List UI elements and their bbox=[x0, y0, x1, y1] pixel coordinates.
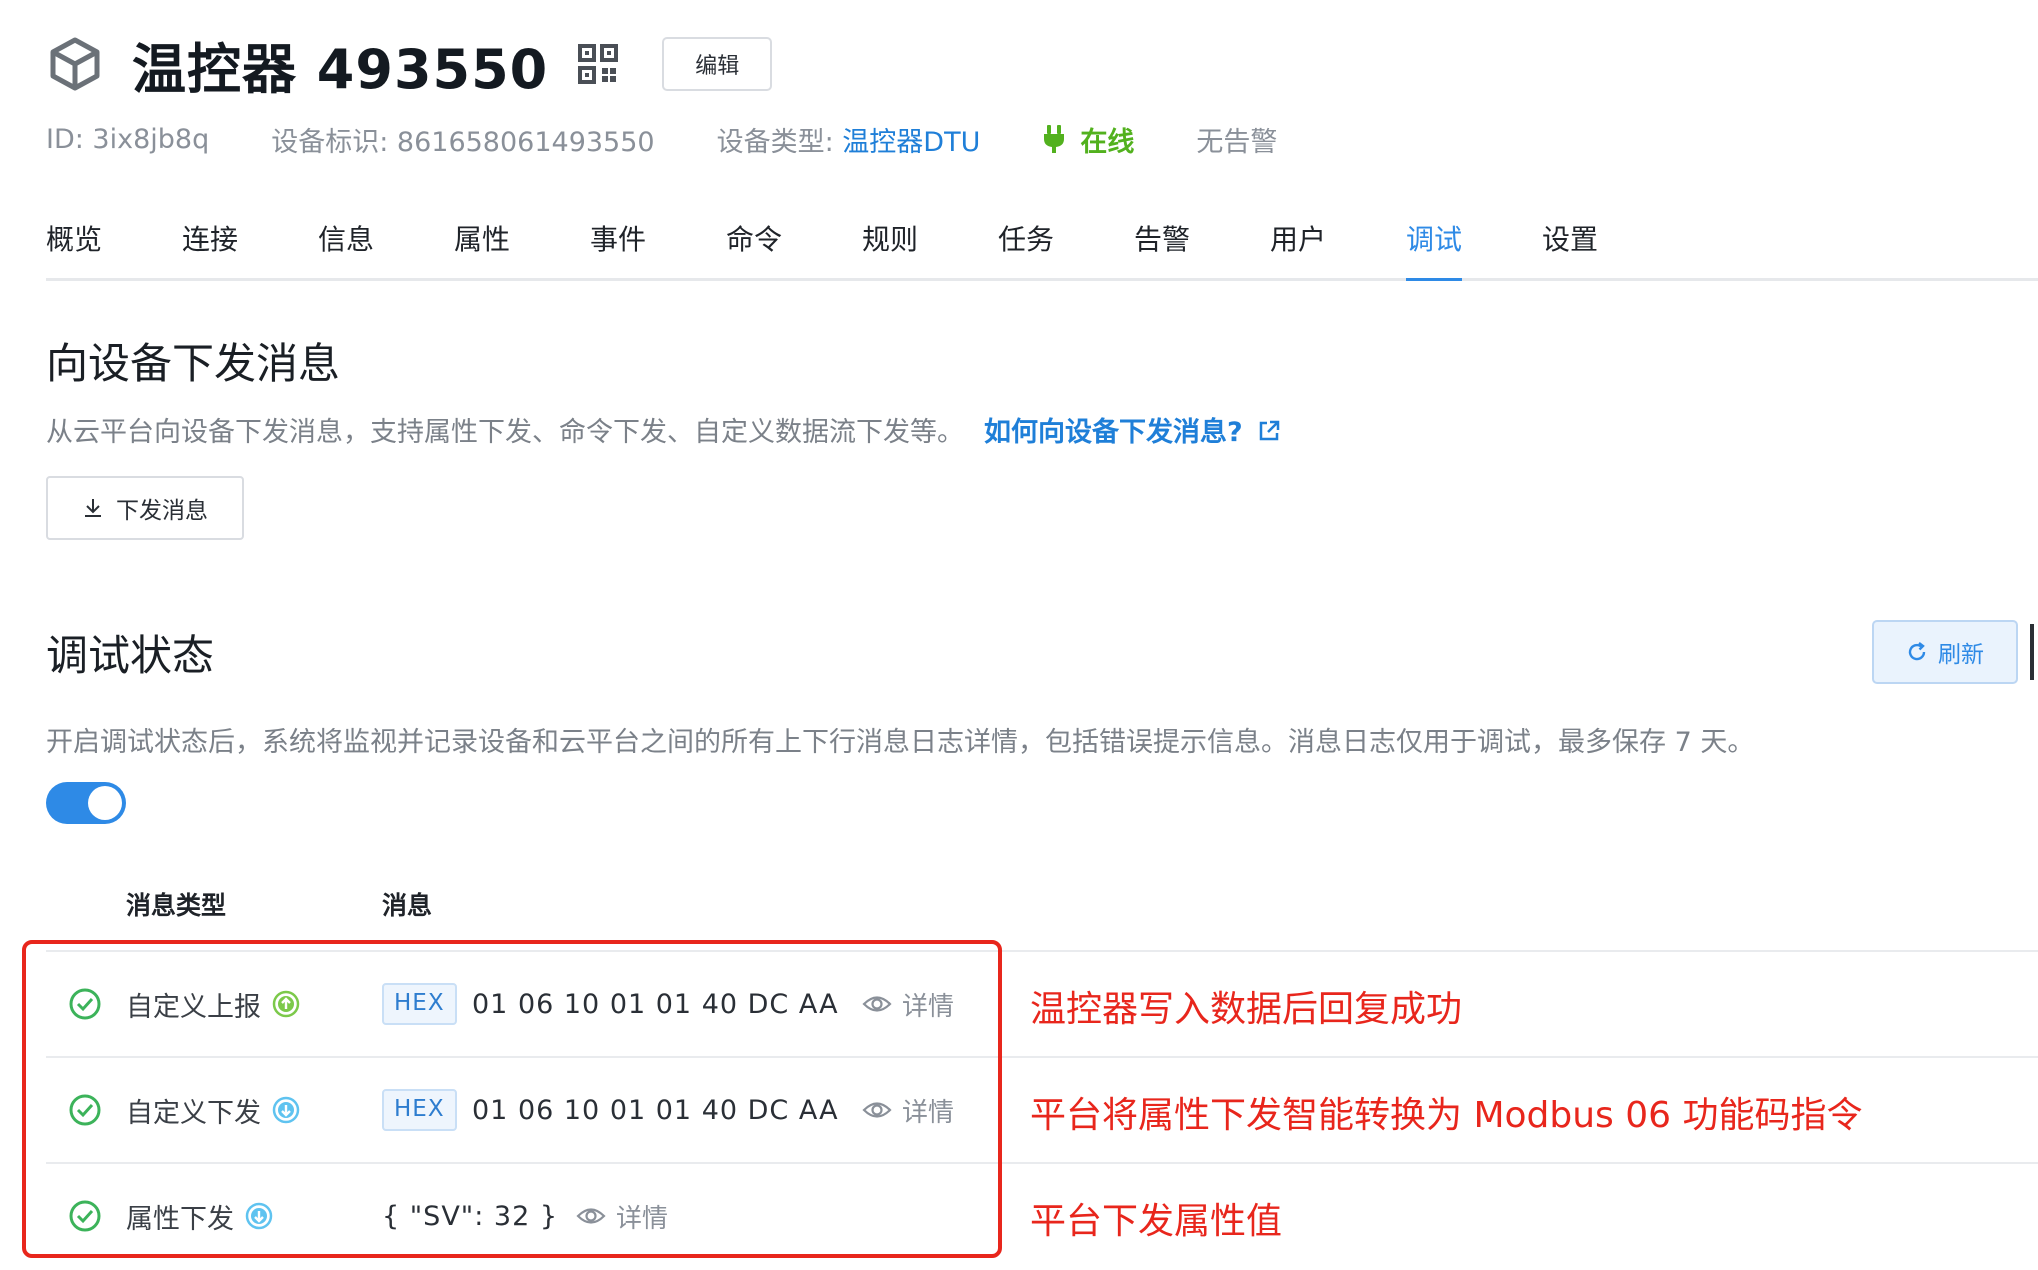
tab-commands[interactable]: 命令 bbox=[726, 214, 862, 278]
column-header-type: 消息类型 bbox=[126, 891, 227, 920]
refresh-icon bbox=[1908, 642, 1926, 661]
tab-connection[interactable]: 连接 bbox=[182, 214, 318, 278]
help-link[interactable]: 如何向设备下发消息? bbox=[984, 417, 1243, 448]
device-meta: ID: 3ix8jb8q 设备标识: 861658061493550 设备类型:… bbox=[46, 118, 1339, 160]
device-type-label: 设备类型: bbox=[716, 126, 834, 158]
alarm-status: 无告警 bbox=[1196, 126, 1278, 158]
status-badge: 在线 bbox=[1042, 120, 1134, 159]
edit-button[interactable]: 编辑 bbox=[662, 37, 773, 91]
tab-properties[interactable]: 属性 bbox=[454, 214, 590, 278]
window-edge bbox=[2030, 624, 2034, 680]
column-header-message: 消息 bbox=[382, 891, 433, 920]
send-section-desc: 从云平台向设备下发消息，支持属性下发、命令下发、自定义数据流下发等。 如何向设备下… bbox=[46, 410, 1281, 449]
tab-tasks[interactable]: 任务 bbox=[998, 214, 1134, 278]
tab-events[interactable]: 事件 bbox=[590, 214, 726, 278]
tab-users[interactable]: 用户 bbox=[1270, 214, 1406, 278]
device-type: 设备类型: 温控器DTU bbox=[717, 120, 981, 159]
tab-settings[interactable]: 设置 bbox=[1542, 214, 1678, 278]
tab-debug[interactable]: 调试 bbox=[1406, 214, 1542, 281]
send-section-title: 向设备下发消息 bbox=[46, 339, 341, 388]
device-page: 温控器 493550 编辑 ID: 3ix8jb8q 设备标识: 8616580… bbox=[0, 0, 2038, 1270]
send-message-button[interactable]: 下发消息 bbox=[46, 476, 244, 540]
device-id: ID: 3ix8jb8q bbox=[46, 123, 210, 155]
device-type-link[interactable]: 温控器DTU bbox=[842, 127, 980, 158]
tab-bar: 概览 连接 信息 属性 事件 命令 规则 任务 告警 用户 调试 设置 bbox=[46, 214, 2038, 281]
page-title: 温控器 493550 bbox=[132, 37, 549, 101]
tab-rules[interactable]: 规则 bbox=[862, 214, 998, 278]
highlight-box bbox=[22, 940, 1002, 1258]
send-section-desc-text: 从云平台向设备下发消息，支持属性下发、命令下发、自定义数据流下发等。 bbox=[46, 417, 964, 448]
device-key: 设备标识: 861658061493550 bbox=[271, 126, 655, 158]
send-message-label: 下发消息 bbox=[116, 498, 208, 524]
tab-info[interactable]: 信息 bbox=[318, 214, 454, 278]
status-text: 在线 bbox=[1080, 126, 1135, 158]
annotation-text: 平台下发属性值 bbox=[1030, 1201, 1283, 1242]
debug-section-title: 调试状态 bbox=[46, 631, 215, 680]
refresh-button[interactable]: 刷新 bbox=[1872, 620, 2018, 684]
toggle-knob bbox=[88, 786, 122, 820]
annotation-text: 温控器写入数据后回复成功 bbox=[1030, 989, 1463, 1030]
title-row: 温控器 493550 编辑 bbox=[46, 28, 773, 101]
qrcode-icon[interactable] bbox=[578, 44, 619, 84]
plug-icon bbox=[1044, 125, 1065, 153]
tab-alarms[interactable]: 告警 bbox=[1134, 214, 1270, 278]
tab-overview[interactable]: 概览 bbox=[46, 214, 182, 278]
annotation-text: 平台将属性下发智能转换为 Modbus 06 功能码指令 bbox=[1030, 1095, 1863, 1136]
cube-icon bbox=[50, 37, 100, 91]
debug-toggle[interactable] bbox=[46, 782, 126, 824]
external-link-icon[interactable] bbox=[1257, 419, 1281, 443]
download-icon bbox=[85, 499, 101, 517]
debug-section-desc: 开启调试状态后，系统将监视并记录设备和云平台之间的所有上下行消息日志详情，包括错… bbox=[46, 727, 1755, 758]
refresh-label: 刷新 bbox=[1938, 642, 1984, 668]
